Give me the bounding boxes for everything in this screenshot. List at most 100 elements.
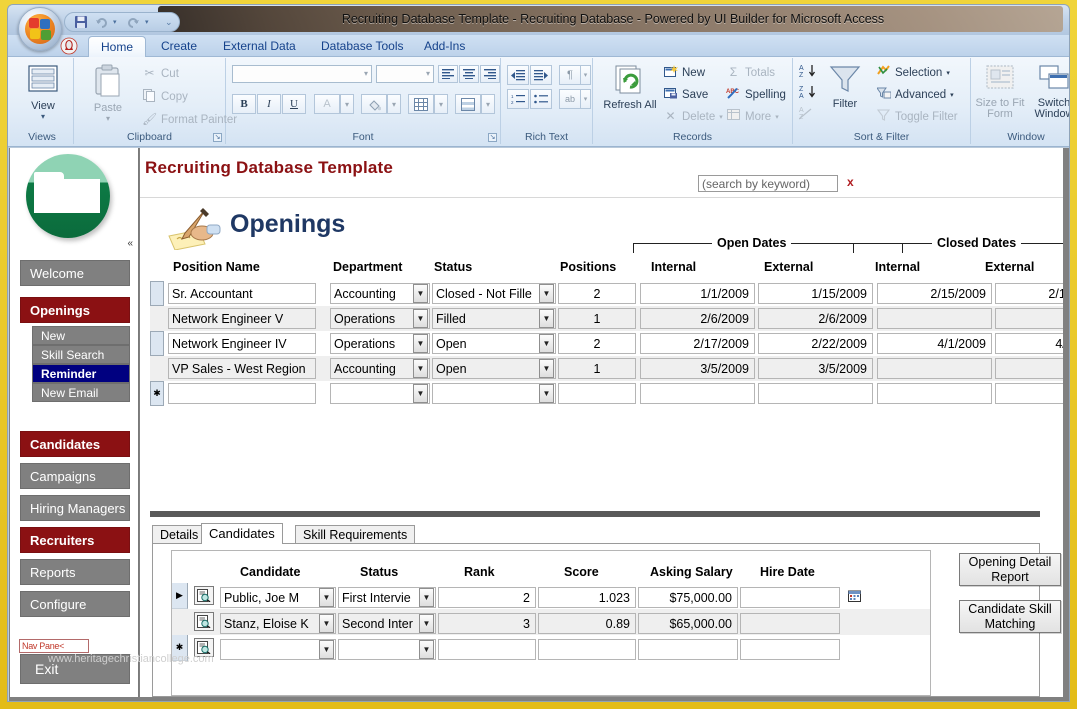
- clear-sort-button[interactable]: AZ: [799, 105, 819, 120]
- search-input[interactable]: (search by keyword): [698, 175, 838, 192]
- cell-open-internal[interactable]: 3/5/2009: [640, 358, 755, 379]
- gridlines-button[interactable]: [408, 94, 434, 114]
- sort-descending-button[interactable]: ZA: [799, 84, 819, 99]
- cell-closed-external[interactable]: [995, 358, 1069, 379]
- chevron-down-icon[interactable]: ▼: [413, 284, 428, 303]
- sidebar-item-hiring-managers[interactable]: Hiring Managers: [20, 495, 130, 521]
- sort-ascending-button[interactable]: AZ: [799, 63, 819, 78]
- advanced-dropdown-icon[interactable]: ▾: [950, 91, 954, 99]
- save-icon[interactable]: [73, 14, 89, 30]
- cell-position-name[interactable]: Network Engineer IV: [168, 333, 316, 354]
- sidebar-item-campaigns[interactable]: Campaigns: [20, 463, 130, 489]
- highlight-button[interactable]: ab: [559, 89, 581, 109]
- chevron-down-icon[interactable]: ▼: [539, 284, 554, 303]
- table-row[interactable]: Network Engineer IV Operations ▼ Open ▼ …: [150, 331, 1069, 356]
- chevron-down-icon[interactable]: ▼: [413, 334, 428, 353]
- undo-icon[interactable]: [93, 14, 109, 30]
- chevron-down-icon[interactable]: ▼: [419, 588, 434, 607]
- cell-status[interactable]: Filled: [432, 308, 556, 329]
- open-candidate-record-button[interactable]: [194, 586, 214, 605]
- highlight-dropdown-icon[interactable]: ▾: [580, 89, 591, 109]
- sidebar-item-reports[interactable]: Reports: [20, 559, 130, 585]
- sidebar-item-welcome[interactable]: Welcome: [20, 260, 130, 286]
- sidebar-item-new[interactable]: New: [32, 326, 130, 345]
- size-to-fit-form-button[interactable]: Size to Fit Form: [973, 64, 1027, 120]
- chevron-down-icon[interactable]: ▼: [419, 614, 434, 633]
- table-row-new[interactable]: ▼ ▼: [150, 381, 1069, 406]
- office-button[interactable]: [18, 7, 62, 51]
- view-button[interactable]: View ▾: [19, 64, 67, 121]
- cell-closed-internal[interactable]: [877, 383, 992, 404]
- cell-closed-external[interactable]: [995, 383, 1069, 404]
- cell-status[interactable]: Closed - Not Fille: [432, 283, 556, 304]
- cell-open-external[interactable]: 2/22/2009: [758, 333, 873, 354]
- tab-home[interactable]: Home: [88, 36, 146, 58]
- quick-access-toolbar[interactable]: ▾ ▾ ⌄: [64, 12, 180, 32]
- font-color-dropdown-icon[interactable]: ▾: [340, 94, 354, 114]
- candidate-skill-matching-button[interactable]: Candidate Skill Matching: [959, 600, 1061, 633]
- switch-window-button[interactable]: Switch Window: [1027, 64, 1070, 120]
- list-item[interactable]: Stanz, Eloise K ▼ Second Inter ▼ 3 0.89 …: [172, 609, 930, 635]
- font-size-combo[interactable]: ▾: [376, 65, 434, 83]
- cell-closed-external[interactable]: 4/1/2009: [995, 333, 1069, 354]
- cell-hire-date[interactable]: [740, 613, 840, 634]
- sidebar-item-openings[interactable]: Openings: [20, 297, 130, 323]
- cell-positions[interactable]: [558, 383, 636, 404]
- cell-open-internal[interactable]: 2/17/2009: [640, 333, 755, 354]
- cut-button[interactable]: ✂ Cut: [142, 66, 179, 81]
- chevron-down-icon[interactable]: ▼: [539, 309, 554, 328]
- clipboard-dialog-launcher[interactable]: ↘: [213, 133, 222, 142]
- sidebar-item-candidates[interactable]: Candidates: [20, 431, 130, 457]
- cell-hire-date[interactable]: [740, 639, 840, 660]
- cell-hire-date[interactable]: [740, 587, 840, 608]
- cell-closed-internal[interactable]: 4/1/2009: [877, 333, 992, 354]
- sidebar-item-configure[interactable]: Configure: [20, 591, 130, 617]
- chevron-down-icon[interactable]: ▼: [413, 384, 428, 403]
- font-color-button[interactable]: A: [314, 94, 340, 114]
- fill-color-button[interactable]: [361, 94, 387, 114]
- decrease-indent-button[interactable]: [507, 65, 529, 85]
- redo-icon[interactable]: [125, 14, 141, 30]
- cell-positions[interactable]: 1: [558, 308, 636, 329]
- numbering-button[interactable]: 12: [507, 89, 529, 109]
- text-direction-button[interactable]: ¶: [559, 65, 581, 85]
- advanced-button[interactable]: Advanced ▾: [876, 87, 954, 102]
- calendar-picker-icon[interactable]: [848, 589, 861, 602]
- clear-search-button[interactable]: x: [847, 175, 854, 189]
- sidebar-item-reminder[interactable]: Reminder: [32, 364, 130, 383]
- cell-position-name[interactable]: VP Sales - West Region: [168, 358, 316, 379]
- cell-asking-salary[interactable]: [638, 639, 738, 660]
- alternate-fill-button[interactable]: [455, 94, 481, 114]
- view-dropdown-icon[interactable]: ▾: [19, 112, 67, 121]
- chevron-down-icon[interactable]: ▼: [539, 359, 554, 378]
- cell-asking-salary[interactable]: $65,000.00: [638, 613, 738, 634]
- gridlines-dropdown-icon[interactable]: ▾: [434, 94, 448, 114]
- bold-button[interactable]: B: [232, 94, 256, 114]
- cell-score[interactable]: 0.89: [538, 613, 636, 634]
- table-row[interactable]: VP Sales - West Region Accounting ▼ Open…: [150, 356, 1069, 381]
- cell-open-internal[interactable]: [640, 383, 755, 404]
- cell-open-external[interactable]: 2/6/2009: [758, 308, 873, 329]
- cell-closed-internal[interactable]: 2/15/2009: [877, 283, 992, 304]
- sidebar-item-recruiters[interactable]: Recruiters: [20, 527, 130, 553]
- text-direction-dropdown-icon[interactable]: ▾: [580, 65, 591, 85]
- underline-button[interactable]: U: [282, 94, 306, 114]
- toggle-filter-button[interactable]: Toggle Filter: [876, 109, 958, 124]
- selection-dropdown-icon[interactable]: ▾: [946, 69, 950, 77]
- cell-open-external[interactable]: 3/5/2009: [758, 358, 873, 379]
- opening-detail-report-button[interactable]: Opening Detail Report: [959, 553, 1061, 586]
- delete-dropdown-icon[interactable]: ▾: [719, 113, 723, 121]
- cell-open-internal[interactable]: 2/6/2009: [640, 308, 755, 329]
- cell-rank[interactable]: 2: [438, 587, 536, 608]
- refresh-all-button[interactable]: Refresh All: [603, 64, 657, 111]
- cell-status[interactable]: [432, 383, 556, 404]
- totals-button[interactable]: Σ Totals: [726, 65, 775, 80]
- sidebar-item-skill-search[interactable]: Skill Search: [32, 345, 130, 364]
- more-button[interactable]: More ▾: [726, 109, 779, 124]
- cell-asking-salary[interactable]: $75,000.00: [638, 587, 738, 608]
- cell-positions[interactable]: 2: [558, 333, 636, 354]
- tab-create[interactable]: Create: [149, 35, 209, 57]
- alternate-fill-dropdown-icon[interactable]: ▾: [481, 94, 495, 114]
- open-candidate-record-button[interactable]: [194, 612, 214, 631]
- chevron-down-icon[interactable]: ▼: [319, 640, 334, 659]
